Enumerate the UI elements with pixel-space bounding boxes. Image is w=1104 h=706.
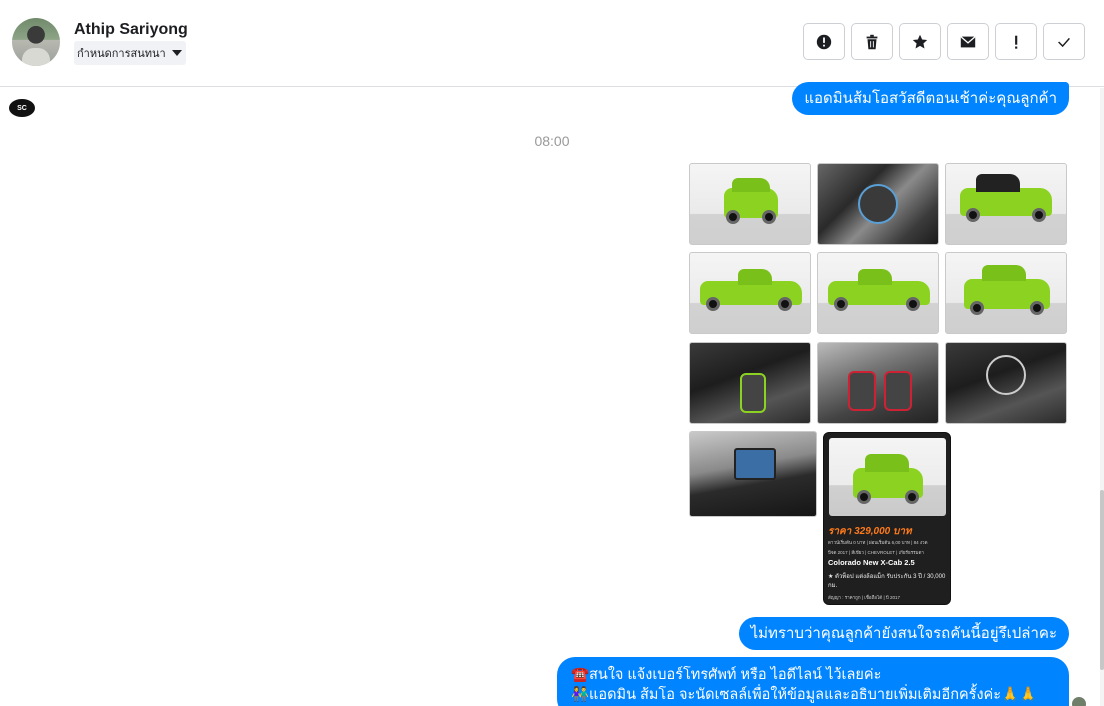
car-cab xyxy=(732,178,770,192)
car-cab xyxy=(865,454,909,472)
car-wheel xyxy=(966,208,980,222)
car-cab xyxy=(982,265,1026,281)
mark-unread-button[interactable] xyxy=(947,23,989,60)
car-photo-front[interactable] xyxy=(689,163,811,245)
contact-line-1: ☎️สนใจ แจ้งเบอร์โทรศัพท์ หรือ ไอดีไลน์ ไ… xyxy=(571,667,882,683)
star-button[interactable] xyxy=(899,23,941,60)
trash-icon xyxy=(866,34,878,49)
car-photo-side-right[interactable] xyxy=(817,252,939,334)
car-wheel xyxy=(778,297,792,311)
avatar-figure xyxy=(22,48,50,66)
seen-avatar xyxy=(1072,697,1086,706)
car-wheel xyxy=(762,210,776,224)
mark-done-button[interactable] xyxy=(1043,23,1085,60)
conversation-label-dropdown[interactable]: กำหนดการสนทนา xyxy=(74,41,186,65)
car-photo-engine[interactable] xyxy=(817,163,939,245)
chat-window: Athip Sariyong กำหนดการสนทนา SC แอดมินส้… xyxy=(0,0,1104,706)
car-wheel xyxy=(857,490,871,504)
car-photo-front-angle[interactable] xyxy=(945,252,1067,334)
promo-down-payment: ดาวน์เริ่มต้น 0 บาท | ผ่อนเริ่มต้น 6,00 … xyxy=(828,540,928,545)
message-bubble-question[interactable]: ไม่ทราบว่าคุณลูกค้ายังสนใจรถคันนี้อยู่รึ… xyxy=(738,617,1069,650)
user-name[interactable]: Athip Sariyong xyxy=(74,21,188,39)
car-photo-screen[interactable] xyxy=(689,431,817,517)
engine-cover xyxy=(858,184,898,224)
promo-model: Colorado New X-Cab 2.5 xyxy=(828,558,915,567)
star-icon xyxy=(912,34,928,48)
report-button[interactable] xyxy=(803,23,845,60)
important-button[interactable] xyxy=(995,23,1037,60)
car-cab xyxy=(858,269,892,285)
promo-description: ★ ตัวท็อป แต่งล้อแม็ก รับประกัน 3 ปี / 3… xyxy=(828,574,946,589)
car-photo-side-left[interactable] xyxy=(689,252,811,334)
page-logo: SC xyxy=(9,99,35,117)
car-wheel xyxy=(706,297,720,311)
car-cab xyxy=(738,269,772,285)
car-wheel xyxy=(970,301,984,315)
report-icon xyxy=(816,34,832,49)
check-icon xyxy=(1058,37,1070,47)
car-wheel xyxy=(726,210,740,224)
car-wheel xyxy=(834,297,848,311)
car-wheel xyxy=(906,297,920,311)
promo-footer: สัญญา : ราคาถูก | เชื่อถือได้ | ปี 2017 xyxy=(828,595,900,600)
message-bubble-contact[interactable]: ☎️สนใจ แจ้งเบอร์โทรศัพท์ หรือ ไอดีไลน์ ไ… xyxy=(557,657,1069,706)
scrollbar-thumb[interactable] xyxy=(1100,490,1104,670)
car-photo-gearshift[interactable] xyxy=(689,342,811,424)
car-photo-dashboard[interactable] xyxy=(945,342,1067,424)
promo-card-image[interactable]: ราคา 329,000 บาท ดาวน์เริ่มต้น 0 บาท | ผ… xyxy=(823,432,951,605)
car-wheel xyxy=(1032,208,1046,222)
gear-console xyxy=(740,373,766,413)
contact-line-2: 👫แอดมิน ส้มโอ จะนัดเซลล์เพื่อให้ข้อมูลแล… xyxy=(571,687,1038,703)
scrollbar[interactable] xyxy=(1100,88,1104,706)
infotainment-screen xyxy=(734,448,776,480)
promo-spec: ปีจด 2017 | สีเขียว | CHEVROLET | เกียร์… xyxy=(828,550,924,555)
conversation-label-text: กำหนดการสนทนา xyxy=(77,48,166,60)
car-cab xyxy=(976,174,1020,192)
promo-price: ราคา 329,000 บาท xyxy=(828,526,912,537)
time-separator: 08:00 xyxy=(534,133,570,149)
avatar[interactable] xyxy=(12,18,60,66)
caret-down-icon xyxy=(171,50,182,56)
promo-car-photo xyxy=(829,438,946,516)
message-bubble-greeting[interactable]: แอดมินส้มโอสวัสดีตอนเช้าค่ะคุณลูกค้า xyxy=(792,82,1069,115)
car-wheel xyxy=(1030,301,1044,315)
steering-wheel xyxy=(986,355,1026,395)
envelope-icon xyxy=(960,35,976,47)
action-toolbar xyxy=(803,23,1085,60)
exclamation-icon xyxy=(1015,35,1018,49)
car-wheel xyxy=(905,490,919,504)
seat xyxy=(884,371,912,411)
seat xyxy=(848,371,876,411)
car-photo-seats[interactable] xyxy=(817,342,939,424)
car-photo-rear[interactable] xyxy=(945,163,1067,245)
delete-button[interactable] xyxy=(851,23,893,60)
conversation-header: Athip Sariyong กำหนดการสนทนา xyxy=(0,0,1104,87)
